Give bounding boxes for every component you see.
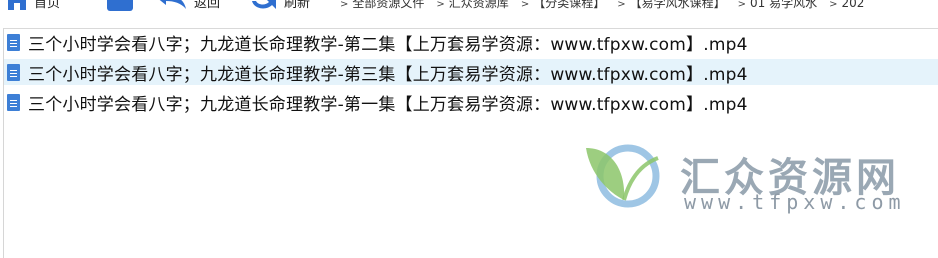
chevron-right-icon: > bbox=[617, 0, 626, 10]
chevron-right-icon: > bbox=[520, 0, 530, 10]
refresh-button[interactable]: 刷新 bbox=[250, 0, 310, 13]
file-row[interactable]: 三个小时学会看八字；九龙道长命理教学-第一集【上万套易学资源：www.tfpxw… bbox=[4, 89, 938, 115]
breadcrumb-item[interactable]: 01 易学风水 bbox=[750, 0, 817, 10]
toolbar: 首页 返回 刷新 > 全部资源文件 > 汇众资源库 > 【分类课程】 > 【易学风水课程】 >0… bbox=[0, 0, 938, 14]
home-label: 首页 bbox=[34, 0, 61, 11]
document-icon bbox=[7, 33, 20, 51]
home-icon bbox=[6, 0, 28, 14]
watermark: 汇众资源网 www.tfpxw.com bbox=[580, 140, 901, 220]
back-button[interactable]: 返回 bbox=[154, 0, 220, 13]
breadcrumb-item[interactable]: 全部资源文件 bbox=[352, 0, 424, 10]
leaf-logo-icon bbox=[586, 144, 660, 208]
chevron-right-icon: > bbox=[829, 0, 838, 10]
watermark-url: www.tfpxw.com bbox=[684, 190, 906, 214]
view-toggle-button[interactable] bbox=[107, 0, 133, 13]
file-name: 三个小时学会看八字；九龙道长命理教学-第三集【上万套易学资源：www.tfpxw… bbox=[28, 64, 748, 85]
breadcrumb-item[interactable]: 【分类课程】 bbox=[533, 0, 605, 10]
file-name: 三个小时学会看八字；九龙道长命理教学-第二集【上万套易学资源：www.tfpxw… bbox=[28, 34, 748, 55]
chevron-right-icon: > bbox=[436, 0, 445, 10]
refresh-icon bbox=[250, 0, 278, 14]
document-icon bbox=[7, 63, 20, 81]
chevron-right-icon: > bbox=[340, 0, 349, 10]
chevron-right-icon: > bbox=[737, 0, 747, 10]
document-icon bbox=[7, 93, 20, 111]
file-name: 三个小时学会看八字；九龙道长命理教学-第一集【上万套易学资源：www.tfpxw… bbox=[28, 94, 748, 115]
file-row-selected[interactable]: 三个小时学会看八字；九龙道长命理教学-第三集【上万套易学资源：www.tfpxw… bbox=[4, 59, 938, 85]
breadcrumb-item[interactable]: 202 bbox=[842, 0, 865, 10]
back-arrow-icon bbox=[154, 0, 188, 14]
back-label: 返回 bbox=[194, 0, 221, 11]
breadcrumb: > 全部资源文件 > 汇众资源库 > 【分类课程】 > 【易学风水课程】 >01 易学风水 >20… bbox=[340, 0, 876, 13]
refresh-label: 刷新 bbox=[284, 0, 311, 11]
file-row[interactable]: 三个小时学会看八字；九龙道长命理教学-第二集【上万套易学资源：www.tfpxw… bbox=[4, 29, 938, 55]
breadcrumb-item[interactable]: 【易学风水课程】 bbox=[630, 0, 726, 10]
breadcrumb-item[interactable]: 汇众资源库 bbox=[449, 0, 509, 10]
home-button[interactable]: 首页 bbox=[6, 0, 60, 13]
square-icon bbox=[107, 0, 133, 14]
